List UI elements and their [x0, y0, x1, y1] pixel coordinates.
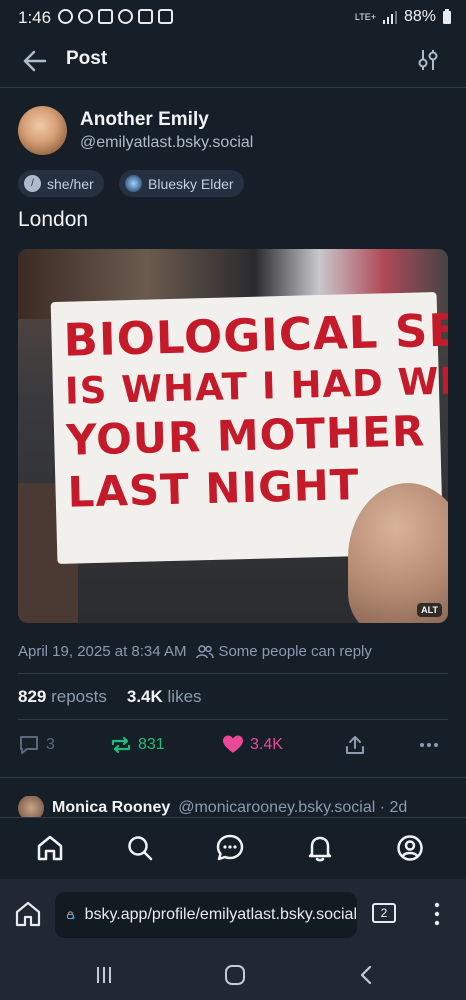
- signal-icon: [382, 11, 397, 24]
- post-stats: 829 reposts 3.4K likes: [18, 687, 202, 707]
- post-timestamp: April 19, 2025 at 8:34 AM: [18, 643, 187, 660]
- author-display-name[interactable]: Another Emily: [80, 109, 209, 131]
- likes-label: likes: [167, 687, 202, 706]
- gmail-icon: [98, 9, 113, 24]
- divider: [18, 719, 448, 720]
- bottom-nav: [0, 817, 466, 879]
- system-nav: [0, 951, 466, 1000]
- post-actions: 3 831 3.4K: [18, 734, 448, 762]
- back-arrow-icon[interactable]: [20, 48, 48, 74]
- elder-badge-label: Bluesky Elder: [148, 175, 234, 192]
- like-button[interactable]: 3.4K: [222, 734, 283, 756]
- reply-count: 3: [46, 736, 55, 753]
- bell-icon[interactable]: [305, 833, 335, 863]
- tab-count: 2: [380, 906, 388, 920]
- pronouns-label: she/her: [47, 175, 94, 192]
- repost-count: 831: [138, 736, 165, 753]
- post-meta: April 19, 2025 at 8:34 AM Some people ca…: [18, 643, 372, 660]
- elder-badge-icon: [125, 175, 142, 192]
- reply-restriction[interactable]: Some people can reply: [196, 643, 372, 660]
- pronoun-icon: /: [24, 175, 41, 192]
- author-avatar[interactable]: [18, 106, 67, 155]
- battery-icon: [443, 9, 451, 24]
- url-bar[interactable]: bsky.app/profile/emilyatlast.bsky.social: [55, 892, 357, 938]
- post-image[interactable]: BIOLOGICAL SEX IS WHAT I HAD WITH YOUR M…: [18, 249, 448, 623]
- reply-author-name[interactable]: Monica Rooney: [52, 799, 170, 817]
- reply-restriction-label: Some people can reply: [218, 643, 372, 660]
- network-type: LTE+: [354, 11, 376, 22]
- likes-count: 3.4K: [126, 687, 163, 706]
- image-icon: [138, 9, 153, 24]
- likes-stat[interactable]: 3.4K likes: [127, 687, 202, 707]
- message-icon: [58, 9, 73, 24]
- author-handle[interactable]: @emilyatlast.bsky.social: [80, 134, 253, 152]
- reposts-label: reposts: [51, 687, 107, 706]
- post-header: Post: [0, 36, 466, 88]
- heart-icon: [223, 735, 243, 753]
- people-icon: [196, 644, 215, 658]
- sliders-icon[interactable]: [416, 48, 440, 72]
- reply-author-handle: @monicarooney.bsky.social · 2d: [178, 799, 408, 816]
- kebab-menu-icon[interactable]: [432, 901, 442, 927]
- divider: [18, 673, 448, 674]
- reply-icon: [20, 736, 38, 754]
- ellipsis-icon: [420, 743, 438, 747]
- share-button[interactable]: [344, 734, 366, 756]
- repost-icon: [111, 736, 131, 754]
- more-options-button[interactable]: [418, 734, 440, 756]
- reply-button[interactable]: 3: [18, 734, 55, 756]
- battery-level: 88%: [403, 8, 436, 25]
- sign-line: BIOLOGICAL SEX: [62, 302, 448, 367]
- chat-icon[interactable]: [215, 833, 245, 863]
- reposts-count: 829: [18, 687, 47, 706]
- search-icon[interactable]: [125, 833, 155, 863]
- back-icon[interactable]: [356, 964, 376, 986]
- share-icon: [346, 736, 364, 754]
- app-icon: [78, 9, 93, 24]
- divider: [0, 777, 466, 778]
- browser-toolbar: bsky.app/profile/emilyatlast.bsky.social…: [0, 879, 466, 951]
- page-title: Post: [66, 48, 108, 69]
- home-button-icon[interactable]: [224, 964, 246, 986]
- tab-switcher[interactable]: 2: [372, 903, 396, 923]
- pronouns-badge[interactable]: / she/her: [18, 170, 104, 197]
- status-right: LTE+ 88%: [355, 8, 452, 26]
- status-bar: 1:46 LTE+ 88%: [0, 0, 466, 36]
- reposts-stat[interactable]: 829 reposts: [18, 687, 107, 707]
- alt-text-badge[interactable]: ALT: [417, 603, 442, 617]
- like-count: 3.4K: [250, 736, 283, 753]
- checkbox-icon: [158, 9, 173, 24]
- notification-icons: [58, 9, 173, 24]
- sign-line: IS WHAT I HAD WITH: [64, 358, 448, 413]
- post-text: London: [18, 208, 89, 231]
- lock-icon: [67, 911, 75, 920]
- recents-icon[interactable]: [94, 965, 114, 985]
- home-icon[interactable]: [35, 833, 65, 863]
- repost-button[interactable]: 831: [110, 734, 165, 756]
- app-icon: [118, 9, 133, 24]
- sign-line: YOUR MOTHER: [65, 406, 426, 465]
- elder-badge[interactable]: Bluesky Elder: [119, 170, 244, 197]
- profile-icon[interactable]: [395, 833, 425, 863]
- browser-home-icon[interactable]: [14, 900, 42, 928]
- status-time: 1:46: [18, 8, 52, 27]
- url-text: bsky.app/profile/emilyatlast.bsky.social: [84, 906, 357, 923]
